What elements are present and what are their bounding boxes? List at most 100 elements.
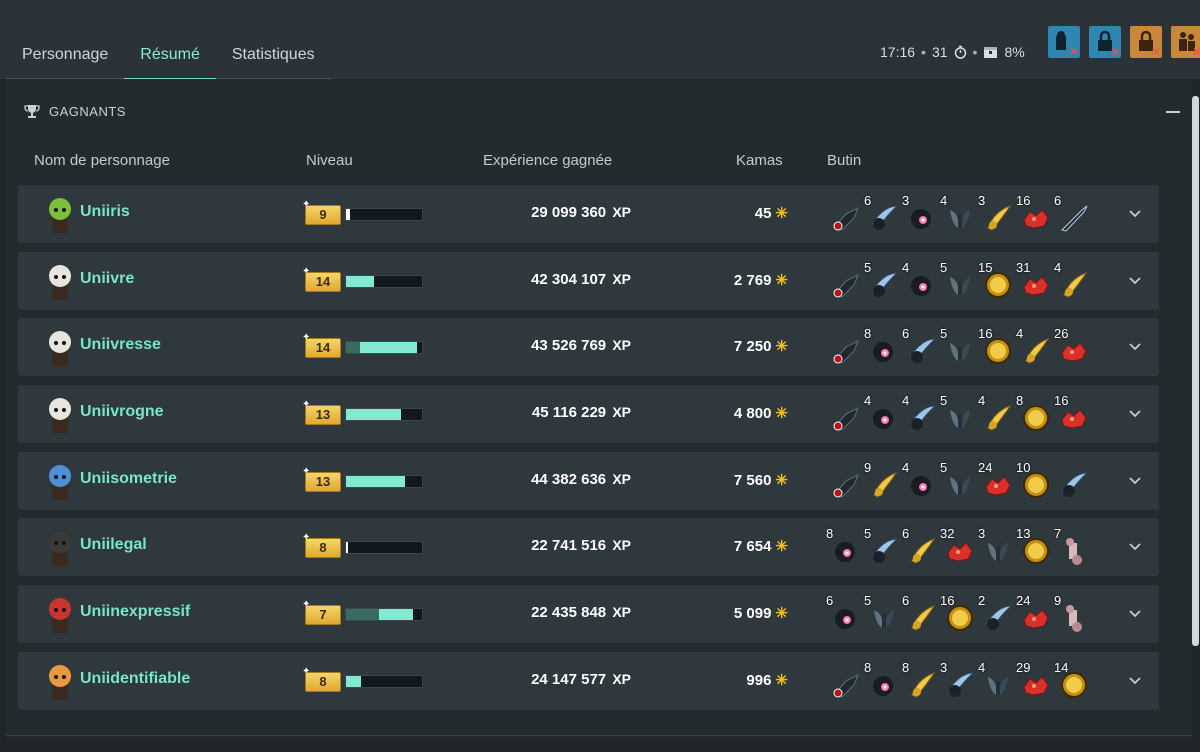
loot-item[interactable]: 4 <box>902 393 937 432</box>
loot-item[interactable]: 8 <box>902 660 936 699</box>
level-progress-bar <box>345 275 423 288</box>
loot-count: 5 <box>864 526 872 541</box>
chevron-down-icon[interactable] <box>1128 607 1142 621</box>
loot-item[interactable]: 29 <box>1016 660 1050 699</box>
player-row[interactable]: Uniivrogne 13 45 116 229 XP 4 800✳ 4 4 5 4 8 16 <box>18 385 1159 443</box>
tab-statistiques[interactable]: Statistiques <box>215 30 331 80</box>
player-row[interactable]: Uniisometrie 13 44 382 636 XP 7 560✳ 9 4 5 24 10 <box>18 452 1159 510</box>
loot-count: 8 <box>1016 393 1024 408</box>
loot-item[interactable]: 3 <box>940 660 975 699</box>
wing-item-icon <box>870 604 898 636</box>
collapse-button[interactable] <box>1166 103 1180 117</box>
xp-unit: XP <box>612 271 631 287</box>
loot-item[interactable]: 16 <box>978 326 1012 365</box>
tab-resume[interactable]: Résumé <box>124 30 216 80</box>
player-row[interactable]: Uniinexpressif 7 22 435 848 XP 5 099✳ 6 5 6 16 2… <box>18 585 1159 643</box>
player-row[interactable]: Uniiris 9 29 099 360 XP 45✳ 6 3 4 3 16 6 <box>18 185 1159 243</box>
loot-item[interactable]: 3 <box>978 526 1012 565</box>
loot-count: 4 <box>902 460 910 475</box>
loot-item[interactable]: 7 <box>1054 526 1088 565</box>
chevron-down-icon[interactable] <box>1128 540 1142 554</box>
loot-item[interactable]: 4 <box>940 193 974 232</box>
level-badge: 8 <box>302 532 341 558</box>
loot-item[interactable]: 4 <box>1016 326 1050 365</box>
loot-item[interactable]: 16 <box>1016 193 1050 232</box>
loot-count: 24 <box>1016 593 1031 608</box>
loot-item[interactable] <box>828 396 860 432</box>
loot-item[interactable]: 8 <box>864 326 898 365</box>
loot-item[interactable]: 13 <box>1016 526 1050 565</box>
loot-item[interactable]: 5 <box>940 326 974 365</box>
loot-item[interactable]: 3 <box>902 193 936 232</box>
loot-item[interactable]: 5 <box>864 593 898 632</box>
kamas-value: 7 560 <box>733 472 772 489</box>
loot-item[interactable]: 26 <box>1054 326 1088 365</box>
kamas-gained: 7 250 ✳ <box>734 337 788 355</box>
loot-item[interactable]: 32 <box>940 526 974 565</box>
loot-item[interactable]: 6 <box>1054 193 1088 232</box>
loot-item[interactable] <box>1056 463 1089 499</box>
player-row[interactable]: Uniilegal 8 22 741 516 XP 7 654✳ 8 5 6 32 3 13 7 <box>18 518 1159 576</box>
player-row[interactable]: Uniidentifiable 8 24 147 577 XP 996✳ 8 8 3 4 29 1… <box>18 652 1159 710</box>
player-row[interactable]: Uniivre 14 42 304 107 XP 2 769✳ 5 4 5 15 31 4 <box>18 252 1159 310</box>
block-spectators-button[interactable]: ✕ <box>1048 26 1080 58</box>
chevron-down-icon[interactable] <box>1128 274 1142 288</box>
loot-item[interactable]: 24 <box>1016 593 1050 632</box>
loot-item[interactable]: 4 <box>978 393 1012 432</box>
loot-item[interactable]: 6 <box>864 193 899 232</box>
loot-item[interactable]: 6 <box>826 593 860 632</box>
column-header-level: Niveau <box>306 152 353 169</box>
tab-personnage[interactable]: Personnage <box>6 30 125 80</box>
gold-feather-item-icon <box>1022 337 1050 369</box>
fight-time: 17:16 <box>880 44 916 60</box>
loot-item[interactable] <box>828 329 860 365</box>
loot-item[interactable]: 24 <box>978 460 1012 499</box>
loot-item[interactable]: 4 <box>902 460 936 499</box>
loot-item[interactable]: 5 <box>864 526 899 565</box>
loot-item[interactable]: 6 <box>902 593 936 632</box>
loot-item[interactable] <box>828 263 860 299</box>
loot-item[interactable]: 5 <box>940 393 974 432</box>
loot-item[interactable]: 5 <box>940 260 974 299</box>
loot-item[interactable]: 6 <box>902 526 936 565</box>
chevron-down-icon[interactable] <box>1128 674 1142 688</box>
request-help-button[interactable]: ✕ <box>1171 26 1200 58</box>
character-name: Uniivrogne <box>80 403 164 420</box>
scrollbar[interactable] <box>1192 96 1199 646</box>
player-row[interactable]: Uniivresse 14 43 526 769 XP 7 250✳ 8 6 5 16 4 26 <box>18 318 1159 376</box>
rune-item-icon <box>832 271 860 303</box>
loot-item[interactable]: 15 <box>978 260 1012 299</box>
loot-item[interactable]: 9 <box>1054 593 1088 632</box>
lock-combat-button[interactable]: ✕ <box>1089 26 1121 58</box>
loot-item[interactable]: 31 <box>1016 260 1050 299</box>
level-value: 9 <box>319 207 327 222</box>
loot-item[interactable]: 16 <box>940 593 974 632</box>
loot-item[interactable]: 8 <box>826 526 860 565</box>
loot-item[interactable]: 6 <box>902 326 937 365</box>
loot-item[interactable]: 10 <box>1016 460 1050 499</box>
chevron-down-icon[interactable] <box>1128 407 1142 421</box>
loot-count: 32 <box>940 526 955 541</box>
chevron-down-icon[interactable] <box>1128 207 1142 221</box>
loot-item[interactable]: 8 <box>864 660 898 699</box>
loot-item[interactable] <box>828 663 860 699</box>
loot-list: 4 4 5 4 8 16 <box>828 393 1088 432</box>
kamas-gained: 2 769 ✳ <box>734 271 788 289</box>
loot-item[interactable]: 4 <box>902 260 936 299</box>
loot-item[interactable]: 5 <box>864 260 899 299</box>
chevron-down-icon[interactable] <box>1128 474 1142 488</box>
loot-item[interactable]: 14 <box>1054 660 1088 699</box>
loot-item[interactable]: 4 <box>978 660 1012 699</box>
loot-item[interactable]: 2 <box>978 593 1013 632</box>
loot-item[interactable]: 8 <box>1016 393 1050 432</box>
chevron-down-icon[interactable] <box>1128 340 1142 354</box>
loot-item[interactable]: 16 <box>1054 393 1088 432</box>
loot-item[interactable]: 9 <box>864 460 898 499</box>
loot-item[interactable] <box>828 463 860 499</box>
loot-item[interactable]: 4 <box>1054 260 1088 299</box>
loot-item[interactable]: 5 <box>940 460 974 499</box>
lock-group-button[interactable]: ✕ <box>1130 26 1162 58</box>
loot-item[interactable] <box>828 196 860 232</box>
loot-item[interactable]: 4 <box>864 393 898 432</box>
loot-item[interactable]: 3 <box>978 193 1012 232</box>
